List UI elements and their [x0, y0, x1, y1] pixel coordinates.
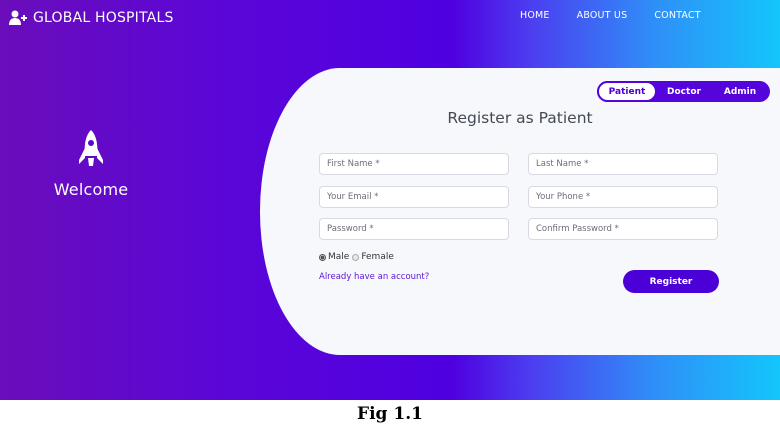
tab-patient[interactable]: Patient: [597, 81, 657, 102]
role-tabs: Patient Doctor Admin: [597, 81, 770, 102]
gender-radio-group: Male Female: [319, 252, 394, 262]
login-link[interactable]: Already have an account?: [319, 272, 429, 282]
top-nav: HOME ABOUT US CONTACT: [520, 10, 728, 21]
password-input[interactable]: [319, 218, 509, 240]
register-button[interactable]: Register: [623, 270, 719, 293]
tab-doctor[interactable]: Doctor: [657, 81, 711, 102]
nav-home-link[interactable]: HOME: [520, 10, 550, 21]
brand[interactable]: GLOBAL HOSPITALS: [9, 10, 174, 26]
first-name-input[interactable]: [319, 153, 509, 175]
email-input[interactable]: [319, 186, 509, 208]
last-name-input[interactable]: [528, 153, 718, 175]
welcome-panel: Welcome: [40, 128, 142, 199]
female-radio[interactable]: [352, 253, 360, 261]
nav-contact-link[interactable]: CONTACT: [654, 10, 700, 21]
rocket-icon: [79, 130, 103, 166]
figure-caption: Fig 1.1: [357, 404, 423, 424]
confirm-password-input[interactable]: [528, 218, 718, 240]
add-user-icon: [9, 10, 27, 25]
nav-about-link[interactable]: ABOUT US: [577, 10, 628, 21]
app-screen: GLOBAL HOSPITALS HOME ABOUT US CONTACT W…: [0, 0, 780, 400]
female-label: Female: [361, 252, 394, 262]
form-title: Register as Patient: [447, 109, 593, 127]
male-radio[interactable]: [319, 253, 326, 261]
phone-input[interactable]: [528, 186, 718, 208]
male-label: Male: [328, 252, 350, 262]
welcome-text: Welcome: [53, 180, 129, 199]
tab-admin[interactable]: Admin: [711, 81, 769, 102]
register-card: Patient Doctor Admin Register as Patient…: [260, 68, 780, 355]
brand-title: GLOBAL HOSPITALS: [33, 10, 174, 26]
